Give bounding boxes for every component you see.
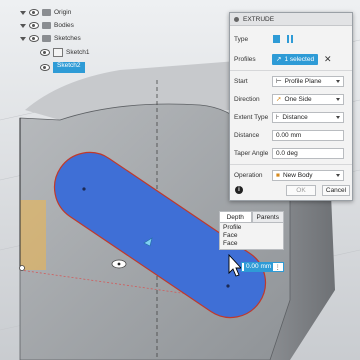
- folder-icon: [42, 35, 51, 42]
- distance-input[interactable]: 0.00 mm: [272, 129, 344, 141]
- profiles-selection-button[interactable]: ↗ 1 selected: [272, 53, 319, 65]
- folder-icon: [42, 22, 51, 29]
- list-item[interactable]: Face: [220, 240, 283, 248]
- tree-item-sketch2[interactable]: Sketch2: [40, 61, 85, 74]
- list-item[interactable]: Face: [220, 232, 283, 240]
- eye-icon[interactable]: [40, 64, 50, 71]
- expand-arrow-icon[interactable]: [20, 23, 26, 28]
- tree-item-sketches[interactable]: Sketches: [20, 32, 81, 45]
- extent-row: Extent Type ⊦ Distance: [234, 111, 348, 123]
- dialog-header[interactable]: EXTRUDE: [230, 13, 352, 26]
- chevron-down-icon: [336, 115, 340, 119]
- info-icon[interactable]: i: [235, 186, 243, 194]
- origin-plane-highlight: [20, 200, 46, 270]
- operation-select[interactable]: ■ New Body: [272, 169, 344, 181]
- eye-icon[interactable]: [29, 9, 39, 16]
- popup-list: Profile Face Face: [219, 223, 284, 250]
- cancel-button[interactable]: Cancel: [322, 185, 350, 196]
- profile-plane-icon: ⊢: [276, 78, 282, 85]
- folder-icon: [42, 9, 51, 16]
- direction-select[interactable]: ➚ One Side: [272, 93, 344, 105]
- start-select[interactable]: ⊢ Profile Plane: [272, 75, 344, 87]
- tree-item-bodies[interactable]: Bodies: [20, 19, 74, 32]
- extent-select[interactable]: ⊦ Distance: [272, 111, 344, 123]
- chevron-down-icon: [336, 97, 340, 101]
- dialog-title: EXTRUDE: [243, 15, 275, 23]
- chevron-down-icon: [336, 79, 340, 83]
- one-side-icon: ➚: [276, 96, 282, 103]
- ok-button[interactable]: OK: [286, 185, 316, 196]
- new-body-icon: ■: [276, 171, 280, 179]
- taper-row: Taper Angle 0.0 deg: [234, 147, 348, 159]
- eye-icon[interactable]: [29, 22, 39, 29]
- tree-item-sketch1[interactable]: Sketch1: [40, 46, 90, 59]
- expand-arrow-icon[interactable]: [20, 36, 26, 41]
- type-row: Type: [234, 33, 348, 45]
- eye-icon[interactable]: [29, 35, 39, 42]
- sketch-icon: [53, 48, 63, 57]
- profiles-row: Profiles ↗ 1 selected ✕: [234, 53, 332, 65]
- list-item[interactable]: Profile: [220, 224, 283, 232]
- solid-extrude-icon[interactable]: [272, 34, 281, 44]
- eye-icon[interactable]: [40, 49, 50, 56]
- extrude-dialog: EXTRUDE Type Profiles ↗ 1 selected ✕ Sta…: [229, 12, 353, 201]
- start-row: Start ⊢ Profile Plane: [234, 75, 348, 87]
- distance-heads-up-input[interactable]: 0.00 mm ⋮: [241, 262, 284, 272]
- collapse-icon[interactable]: [234, 16, 239, 22]
- tab-depth[interactable]: Depth: [219, 211, 252, 223]
- taper-angle-input[interactable]: 0.0 deg: [272, 147, 344, 159]
- direction-row: Direction ➚ One Side: [234, 93, 348, 105]
- tab-parents[interactable]: Parents: [251, 211, 284, 223]
- clear-selection-icon[interactable]: ✕: [324, 54, 332, 65]
- distance-row: Distance 0.00 mm: [234, 129, 348, 141]
- tree-item-selected-label: Sketch2: [53, 62, 85, 73]
- distance-icon: ⊦: [276, 114, 280, 121]
- operation-row: Operation ■ New Body: [234, 169, 348, 181]
- tree-item-origin[interactable]: Origin: [20, 6, 71, 19]
- selection-popup: Depth Parents Profile Face Face: [219, 211, 284, 250]
- thin-extrude-icon[interactable]: [286, 34, 295, 44]
- more-options-icon[interactable]: ⋮: [275, 263, 282, 271]
- expand-arrow-icon[interactable]: [20, 10, 26, 15]
- cursor-select-icon: ↗: [276, 56, 282, 63]
- chevron-down-icon: [336, 173, 340, 177]
